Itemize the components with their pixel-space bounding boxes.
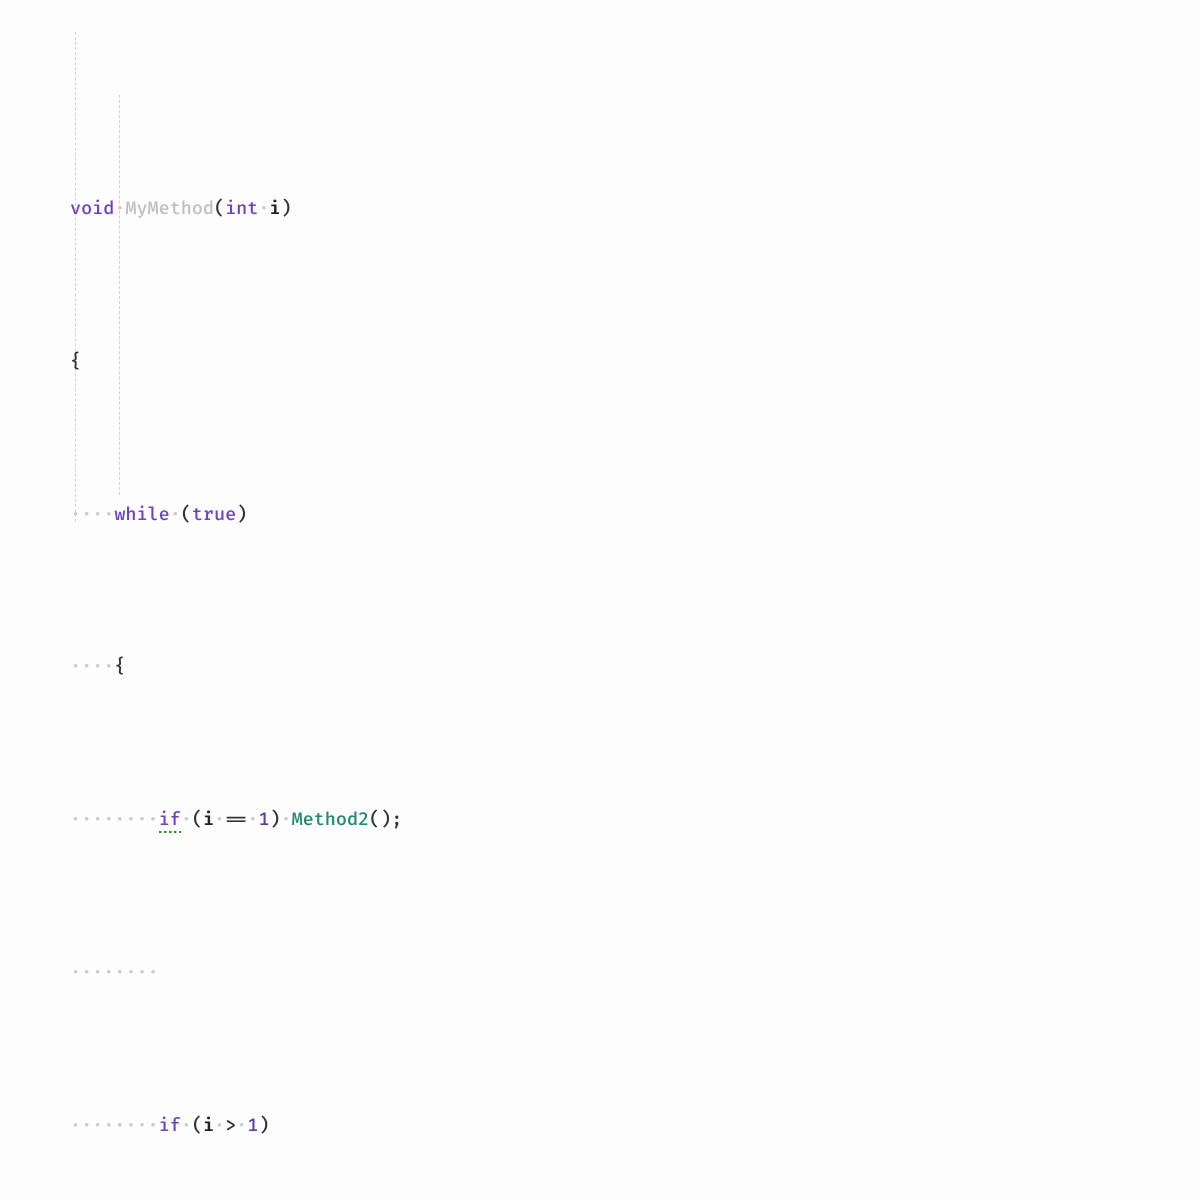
- paren-open: (: [214, 197, 225, 220]
- keyword-void: void: [70, 197, 114, 220]
- whitespace-dot: ·: [114, 197, 125, 220]
- keyword-while: while: [114, 503, 169, 526]
- whitespace-dot: ·: [258, 197, 269, 220]
- code-line: ········if·(i·>·1): [70, 1111, 1200, 1142]
- indent-dots: ····: [70, 503, 114, 526]
- paren-close: ): [280, 197, 291, 220]
- identifier: i: [203, 808, 214, 831]
- semicolon: ;: [391, 808, 402, 831]
- number-literal: 1: [258, 808, 269, 831]
- method-name: MyMethod: [125, 197, 214, 220]
- code-line: ····{: [70, 652, 1200, 683]
- code-line: ····while·(true): [70, 500, 1200, 531]
- param-name: i: [269, 197, 280, 220]
- brace-open: {: [114, 655, 125, 678]
- gt-operator: >: [225, 1114, 236, 1137]
- code-line: ········: [70, 958, 1200, 989]
- keyword-true: true: [192, 503, 236, 526]
- method-call: Method2: [292, 808, 370, 831]
- keyword-if: if: [159, 808, 181, 833]
- code-line: {: [70, 347, 1200, 378]
- code-editor[interactable]: void·MyMethod(int·i) { ····while·(true) …: [0, 0, 1200, 1200]
- equals-operator: ==: [225, 808, 247, 831]
- keyword-if: if: [159, 1114, 181, 1137]
- code-line: ········if·(i·==·1)·Method2();: [70, 805, 1200, 836]
- code-line: void·MyMethod(int·i): [70, 194, 1200, 225]
- type-int: int: [225, 197, 258, 220]
- brace-open: {: [70, 350, 81, 373]
